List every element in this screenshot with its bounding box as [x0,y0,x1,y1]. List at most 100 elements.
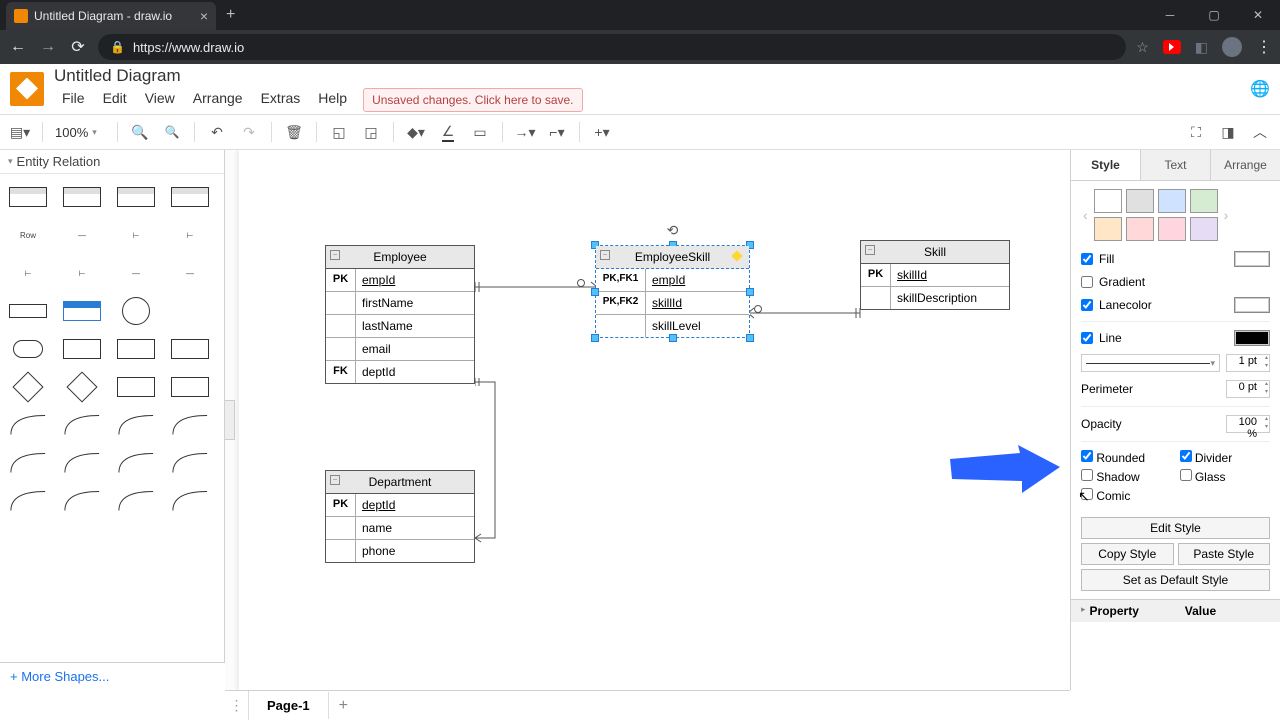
lanecolor-checkbox[interactable] [1081,299,1093,311]
fullscreen-button[interactable]: ⛶ [1182,118,1210,146]
swatch[interactable] [1094,189,1122,213]
outline-handle[interactable]: ⋮ [225,691,249,720]
shadow-checkbox[interactable] [1081,469,1093,481]
tab-close-icon[interactable]: × [200,8,208,24]
sidebar-collapse-handle[interactable] [225,400,235,440]
table-department[interactable]: −Department PKdeptId name phone [325,470,475,563]
copy-style-button[interactable]: Copy Style [1081,543,1174,565]
window-maximize-button[interactable]: ▢ [1192,0,1236,30]
canvas[interactable]: −Employee PKempId firstName lastName ema… [225,150,1070,690]
to-front-button[interactable]: ◱ [325,118,353,146]
swatch[interactable] [1190,217,1218,241]
menu-edit[interactable]: Edit [95,88,135,112]
youtube-extension-icon[interactable] [1163,40,1181,54]
comic-checkbox[interactable] [1081,488,1093,500]
shape-curve-12[interactable] [168,486,212,516]
shape-row-4[interactable]: ⊢ [168,220,212,250]
shape-curve-9[interactable] [6,486,50,516]
line-color-chip[interactable] [1234,330,1270,346]
language-icon[interactable]: 🌐 [1250,79,1270,99]
shape-table-2[interactable] [60,182,104,212]
divider-checkbox[interactable] [1180,450,1192,462]
swatch[interactable] [1158,217,1186,241]
collapse-button[interactable]: ︿ [1246,118,1274,146]
shape-diamond-1[interactable] [6,372,50,402]
default-style-button[interactable]: Set as Default Style [1081,569,1270,591]
menu-file[interactable]: File [54,88,93,112]
shape-row-5[interactable]: ⊢ [6,258,50,288]
connection-button[interactable]: →▾ [511,118,539,146]
shape-table-3[interactable] [114,182,158,212]
reload-button[interactable]: ⟳ [68,37,88,57]
line-color-button[interactable]: ∠ [434,118,462,146]
page-tab[interactable]: Page-1 [249,692,329,719]
line-width-input[interactable]: 1 pt [1226,354,1270,372]
bookmark-icon[interactable]: ☆ [1136,39,1149,56]
rotate-handle-icon[interactable]: ⟲ [667,222,679,239]
swatch[interactable] [1126,217,1154,241]
forward-button[interactable]: → [38,38,58,56]
swatch[interactable] [1190,189,1218,213]
resize-handle[interactable] [746,334,754,342]
shape-note[interactable] [168,372,212,402]
waypoint-button[interactable]: ⌐▾ [543,118,571,146]
resize-handle[interactable] [669,334,677,342]
shadow-button[interactable]: ▭ [466,118,494,146]
collapse-icon[interactable]: − [865,245,875,255]
fill-color-chip[interactable] [1234,251,1270,267]
back-button[interactable]: ← [8,38,28,56]
shape-curve-3[interactable] [114,410,158,440]
format-panel-button[interactable]: ◨ [1214,118,1242,146]
shape-circle[interactable] [114,296,158,326]
tab-style[interactable]: Style [1071,150,1141,180]
shape-entity-2[interactable] [114,334,158,364]
browser-tab[interactable]: Untitled Diagram - draw.io × [6,2,216,30]
add-page-button[interactable]: + [329,697,358,715]
extension-icon[interactable]: ◧ [1195,39,1208,56]
menu-extras[interactable]: Extras [253,88,309,112]
undo-button[interactable]: ↶ [203,118,231,146]
collapse-icon[interactable]: − [330,250,340,260]
gradient-checkbox[interactable] [1081,276,1093,288]
opacity-input[interactable]: 100 % [1226,415,1270,433]
more-shapes-button[interactable]: + More Shapes... [0,662,225,690]
url-input[interactable]: 🔒 https://www.draw.io [98,34,1126,60]
browser-menu-button[interactable]: ⋮ [1256,37,1272,57]
paste-style-button[interactable]: Paste Style [1178,543,1271,565]
edit-style-button[interactable]: Edit Style [1081,517,1270,539]
resize-handle[interactable] [746,288,754,296]
swatch-next-button[interactable]: › [1222,207,1231,223]
shape-curve-10[interactable] [60,486,104,516]
menu-view[interactable]: View [137,88,183,112]
fill-checkbox[interactable] [1081,253,1093,265]
resize-handle[interactable] [591,288,599,296]
shape-diamond-2[interactable] [60,372,104,402]
shape-entity-3[interactable] [168,334,212,364]
unsaved-warning[interactable]: Unsaved changes. Click here to save. [363,88,582,112]
menu-help[interactable]: Help [310,88,355,112]
zoom-out-button[interactable]: 🔍 [158,118,186,146]
insert-button[interactable]: +▾ [588,118,616,146]
swatch[interactable] [1094,217,1122,241]
delete-button[interactable]: 🗑 [280,118,308,146]
drawio-logo-icon[interactable] [10,72,44,106]
shape-entity-1[interactable] [60,334,104,364]
rounded-checkbox[interactable] [1081,450,1093,462]
shape-curve-11[interactable] [114,486,158,516]
to-back-button[interactable]: ◲ [357,118,385,146]
new-tab-button[interactable]: + [226,6,235,24]
swatch[interactable] [1158,189,1186,213]
shape-row-6[interactable]: ⊢ [60,258,104,288]
window-close-button[interactable]: ✕ [1236,0,1280,30]
collapse-icon[interactable]: − [600,250,610,260]
shape-curve-1[interactable] [6,410,50,440]
line-checkbox[interactable] [1081,332,1093,344]
resize-handle[interactable] [591,334,599,342]
shape-curve-7[interactable] [114,448,158,478]
swatch-prev-button[interactable]: ‹ [1081,207,1090,223]
view-mode-button[interactable]: ▤▾ [6,118,34,146]
shape-row-7[interactable]: — [114,258,158,288]
shape-entity-box[interactable] [6,296,50,326]
perimeter-input[interactable]: 0 pt [1226,380,1270,398]
zoom-in-button[interactable]: 🔍 [126,118,154,146]
